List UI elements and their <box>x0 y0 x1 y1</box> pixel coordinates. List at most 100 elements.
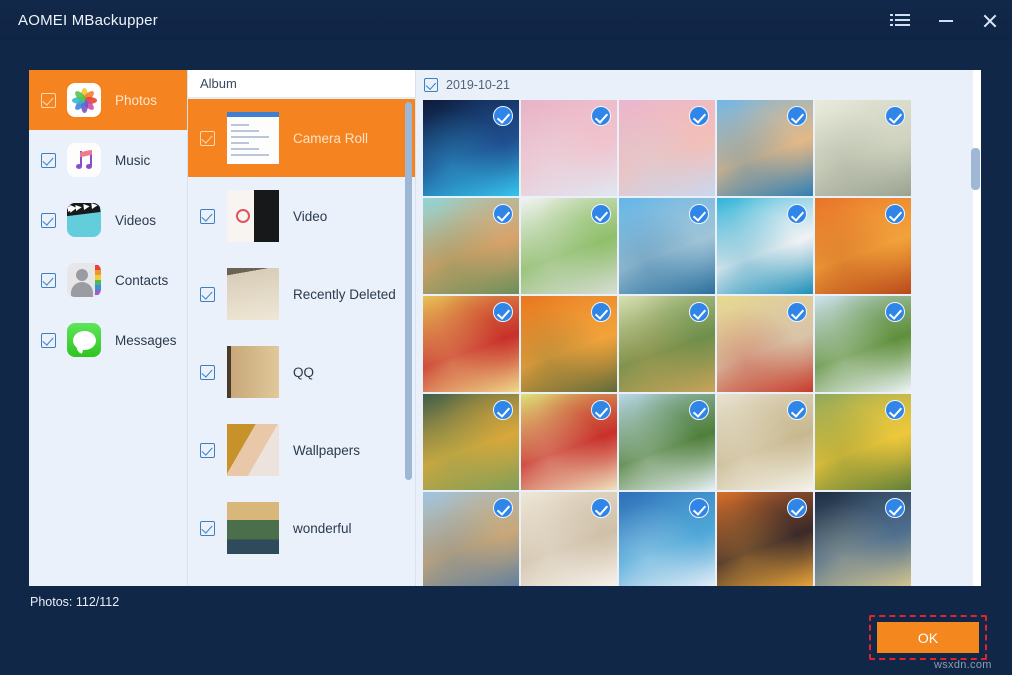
album-item[interactable]: Camera Roll <box>188 99 415 177</box>
photo-selected-check-icon[interactable] <box>689 498 709 518</box>
watermark: wsxdn.com <box>934 659 992 671</box>
album-item-label: QQ <box>293 365 314 380</box>
checkbox[interactable] <box>41 153 56 168</box>
sidebar-item-messages[interactable]: Messages <box>29 310 187 370</box>
photo-tile[interactable] <box>717 100 813 196</box>
sidebar-item-label: Music <box>115 153 150 168</box>
window-controls <box>880 0 1012 41</box>
sidebar-item-contacts[interactable]: Contacts <box>29 250 187 310</box>
photo-selected-check-icon[interactable] <box>787 204 807 224</box>
checkbox[interactable] <box>200 365 215 380</box>
photo-selected-check-icon[interactable] <box>493 204 513 224</box>
photo-tile[interactable] <box>521 296 617 392</box>
photo-selected-check-icon[interactable] <box>591 106 611 126</box>
checkbox[interactable] <box>200 443 215 458</box>
close-icon <box>982 13 998 29</box>
photo-selected-check-icon[interactable] <box>591 498 611 518</box>
photo-tile[interactable] <box>423 198 519 294</box>
photo-tile[interactable] <box>717 394 813 490</box>
checkbox[interactable] <box>41 333 56 348</box>
photo-selected-check-icon[interactable] <box>885 400 905 420</box>
checkbox[interactable] <box>200 287 215 302</box>
photo-tile[interactable] <box>521 394 617 490</box>
photo-selected-check-icon[interactable] <box>591 204 611 224</box>
music-icon <box>67 143 101 177</box>
photo-tile[interactable] <box>423 296 519 392</box>
minimize-button[interactable] <box>924 0 968 41</box>
checkbox[interactable] <box>200 131 215 146</box>
photo-grid-panel: 2019-10-21 <box>415 70 981 586</box>
album-list: Camera Roll VideoRecently Deleted QQ Wallpa… <box>188 99 415 586</box>
photo-tile[interactable] <box>521 198 617 294</box>
date-group-label: 2019-10-21 <box>446 78 510 92</box>
photo-selected-check-icon[interactable] <box>787 106 807 126</box>
photo-grid-scrollbar[interactable] <box>971 148 980 190</box>
photo-tile[interactable] <box>619 198 715 294</box>
album-scrollbar[interactable] <box>405 102 412 480</box>
album-thumbnail <box>227 424 279 476</box>
photo-selected-check-icon[interactable] <box>493 400 513 420</box>
photo-tile[interactable] <box>717 492 813 586</box>
photo-selected-check-icon[interactable] <box>787 498 807 518</box>
messages-icon <box>67 323 101 357</box>
album-thumbnail <box>227 502 279 554</box>
photo-tile[interactable] <box>521 492 617 586</box>
photo-tile[interactable] <box>619 394 715 490</box>
menu-button[interactable] <box>880 0 924 41</box>
album-column: Album Camera RollVideoRecently DeletedQQ… <box>187 70 415 586</box>
photo-selected-check-icon[interactable] <box>885 106 905 126</box>
checkbox[interactable] <box>41 273 56 288</box>
album-item-label: Wallpapers <box>293 443 360 458</box>
photo-tile[interactable] <box>619 100 715 196</box>
album-item[interactable]: Video <box>188 177 415 255</box>
photo-selected-check-icon[interactable] <box>493 498 513 518</box>
photo-tile[interactable] <box>815 492 911 586</box>
photo-tile[interactable] <box>815 394 911 490</box>
photo-tile[interactable] <box>423 394 519 490</box>
album-item[interactable]: Wallpapers <box>188 411 415 489</box>
checkbox[interactable] <box>41 93 56 108</box>
photo-tile[interactable] <box>815 296 911 392</box>
close-button[interactable] <box>968 0 1012 41</box>
photo-selected-check-icon[interactable] <box>689 106 709 126</box>
photo-tile[interactable] <box>619 296 715 392</box>
photo-tile[interactable] <box>815 100 911 196</box>
sidebar-item-music[interactable]: Music <box>29 130 187 190</box>
photo-selected-check-icon[interactable] <box>689 204 709 224</box>
photo-tile[interactable] <box>619 492 715 586</box>
album-thumbnail <box>227 190 279 242</box>
checkbox[interactable] <box>200 521 215 536</box>
album-thumbnail <box>227 346 279 398</box>
checkbox[interactable] <box>41 213 56 228</box>
ok-button[interactable]: OK <box>877 622 979 653</box>
photo-tile[interactable] <box>423 492 519 586</box>
photo-selected-check-icon[interactable] <box>885 302 905 322</box>
photo-selected-check-icon[interactable] <box>689 302 709 322</box>
album-item-label: Camera Roll <box>293 131 368 146</box>
checkbox[interactable] <box>200 209 215 224</box>
photo-selected-check-icon[interactable] <box>787 302 807 322</box>
photo-selected-check-icon[interactable] <box>787 400 807 420</box>
album-item[interactable]: wonderful <box>188 489 415 567</box>
photo-selected-check-icon[interactable] <box>885 204 905 224</box>
photo-selected-check-icon[interactable] <box>591 400 611 420</box>
photo-selected-check-icon[interactable] <box>493 302 513 322</box>
photo-tile[interactable] <box>815 198 911 294</box>
sidebar-item-videos[interactable]: Videos <box>29 190 187 250</box>
album-item[interactable]: Recently Deleted <box>188 255 415 333</box>
album-item[interactable]: QQ <box>188 333 415 411</box>
photo-selected-check-icon[interactable] <box>493 106 513 126</box>
photo-tile[interactable] <box>717 296 813 392</box>
photo-selected-check-icon[interactable] <box>689 400 709 420</box>
photo-tile[interactable] <box>717 198 813 294</box>
photo-tiles <box>416 94 973 586</box>
sidebar-item-photos[interactable]: Photos <box>29 70 187 130</box>
date-group-checkbox[interactable] <box>424 78 438 92</box>
photo-selected-check-icon[interactable] <box>591 302 611 322</box>
photo-tile[interactable] <box>521 100 617 196</box>
photo-tile[interactable] <box>423 100 519 196</box>
minimize-icon <box>939 20 953 22</box>
ok-button-container: OK <box>869 615 987 660</box>
date-group-header[interactable]: 2019-10-21 <box>416 70 973 94</box>
photo-selected-check-icon[interactable] <box>885 498 905 518</box>
